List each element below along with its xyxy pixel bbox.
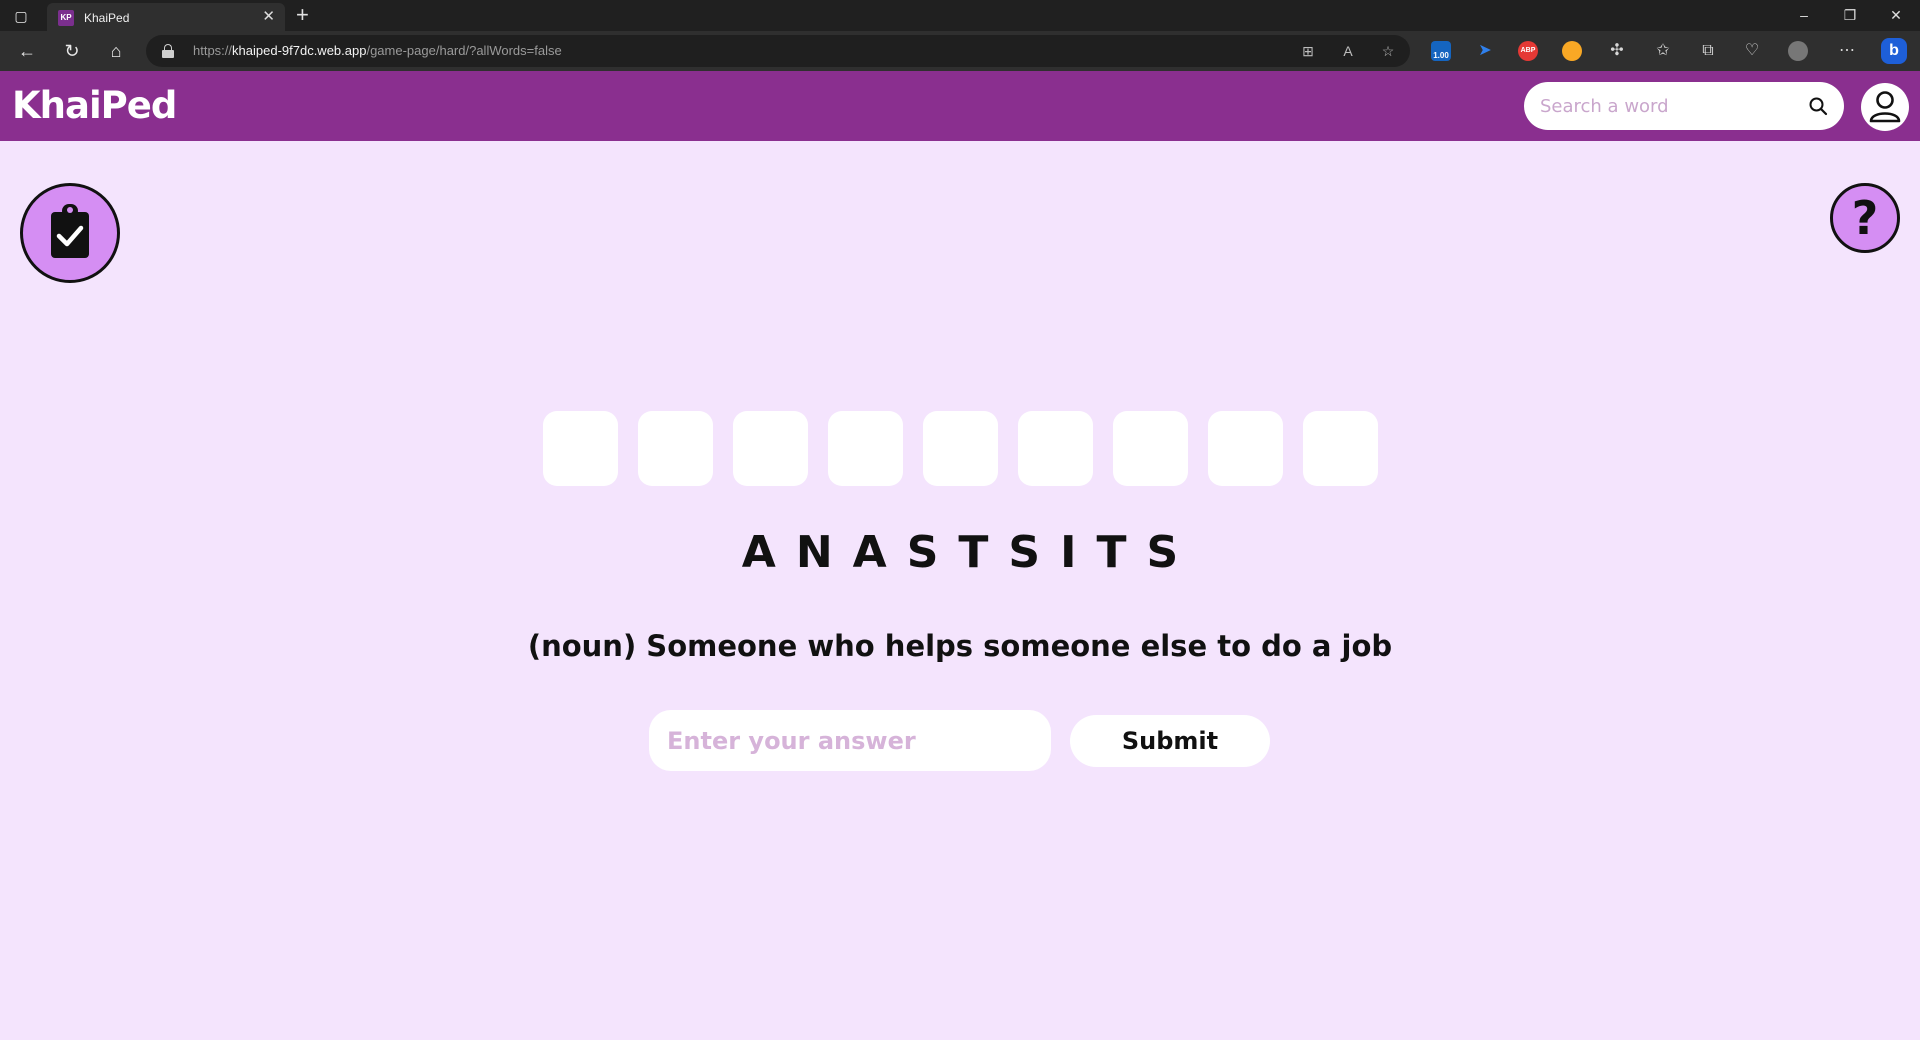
brand-logo[interactable]: KhaiPed — [12, 85, 177, 127]
answer-slots — [543, 411, 1378, 486]
user-icon — [1869, 91, 1901, 123]
tab-close-icon[interactable]: ✕ — [262, 8, 275, 26]
letter-slot — [638, 411, 713, 486]
favorites-icon[interactable]: ✩ — [1652, 40, 1674, 62]
letter-slot — [733, 411, 808, 486]
letter-slot — [828, 411, 903, 486]
tab-title: KhaiPed — [84, 11, 130, 25]
letter-slot — [1018, 411, 1093, 486]
bing-copilot-icon[interactable]: b — [1881, 38, 1907, 64]
extensions-puzzle-icon[interactable]: ✣ — [1606, 40, 1628, 62]
reload-icon[interactable]: ↻ — [60, 39, 84, 63]
url-scheme: https:// — [193, 43, 233, 58]
minimize-icon[interactable]: – — [1794, 5, 1814, 25]
browser-tab-bar: ▢ KP KhaiPed ✕ + – ❐ ✕ — [0, 0, 1920, 31]
more-menu-icon[interactable]: ⋯ — [1836, 40, 1858, 62]
word-list-button[interactable] — [20, 183, 120, 283]
clipboard-check-icon — [51, 204, 89, 258]
collections-icon[interactable]: ⧉ — [1697, 40, 1719, 62]
back-icon[interactable]: ← — [15, 39, 39, 63]
address-bar[interactable]: https://khaiped-9f7dc.web.app/game-page/… — [146, 35, 1410, 67]
url-text[interactable]: https://khaiped-9f7dc.web.app/game-page/… — [193, 43, 562, 59]
read-aloud-icon[interactable]: A — [1338, 41, 1358, 61]
letter-slot — [1208, 411, 1283, 486]
letter-slot — [923, 411, 998, 486]
tab-favicon-icon: KP — [58, 10, 74, 26]
app-available-icon[interactable]: ⊞ — [1298, 41, 1318, 61]
submit-button[interactable]: Submit — [1070, 715, 1270, 767]
restore-icon[interactable]: ❐ — [1840, 5, 1860, 25]
browser-essentials-icon[interactable]: ♡ — [1741, 40, 1763, 62]
letter-slot — [1303, 411, 1378, 486]
adblock-icon[interactable]: ABP — [1518, 41, 1538, 61]
home-icon[interactable]: ⌂ — [104, 39, 128, 63]
letter-slot — [543, 411, 618, 486]
favorite-star-icon[interactable]: ☆ — [1378, 41, 1398, 61]
scrambled-word: ANASTSITS — [741, 527, 1199, 578]
search-box — [1524, 82, 1844, 130]
lock-icon[interactable] — [162, 44, 174, 58]
browser-toolbar: ← ↻ ⌂ https://khaiped-9f7dc.web.app/game… — [0, 31, 1920, 71]
help-button[interactable]: ? — [1830, 183, 1900, 253]
new-tab-icon[interactable]: + — [296, 4, 309, 26]
app-header: KhaiPed — [0, 71, 1920, 141]
letter-slot — [1113, 411, 1188, 486]
url-host: khaiped-9f7dc.web.app — [232, 43, 367, 58]
close-window-icon[interactable]: ✕ — [1886, 5, 1906, 25]
tab-actions-icon[interactable]: ▢ — [12, 7, 30, 25]
browser-tab[interactable]: KP KhaiPed ✕ — [47, 3, 285, 31]
extension-arrow-icon[interactable]: ➤ — [1474, 40, 1496, 62]
search-icon[interactable] — [1808, 96, 1828, 116]
account-avatar[interactable] — [1861, 83, 1909, 131]
search-input[interactable] — [1540, 94, 1800, 118]
extension-badge-icon[interactable]: 1.00 — [1431, 41, 1451, 61]
word-definition: (noun) Someone who helps someone else to… — [527, 629, 1393, 663]
extension-circle-icon[interactable] — [1562, 41, 1582, 61]
url-path: /game-page/hard/?allWords=false — [366, 43, 562, 58]
question-mark-icon: ? — [1851, 191, 1879, 245]
profile-icon[interactable] — [1788, 41, 1808, 61]
answer-input[interactable] — [649, 710, 1051, 771]
